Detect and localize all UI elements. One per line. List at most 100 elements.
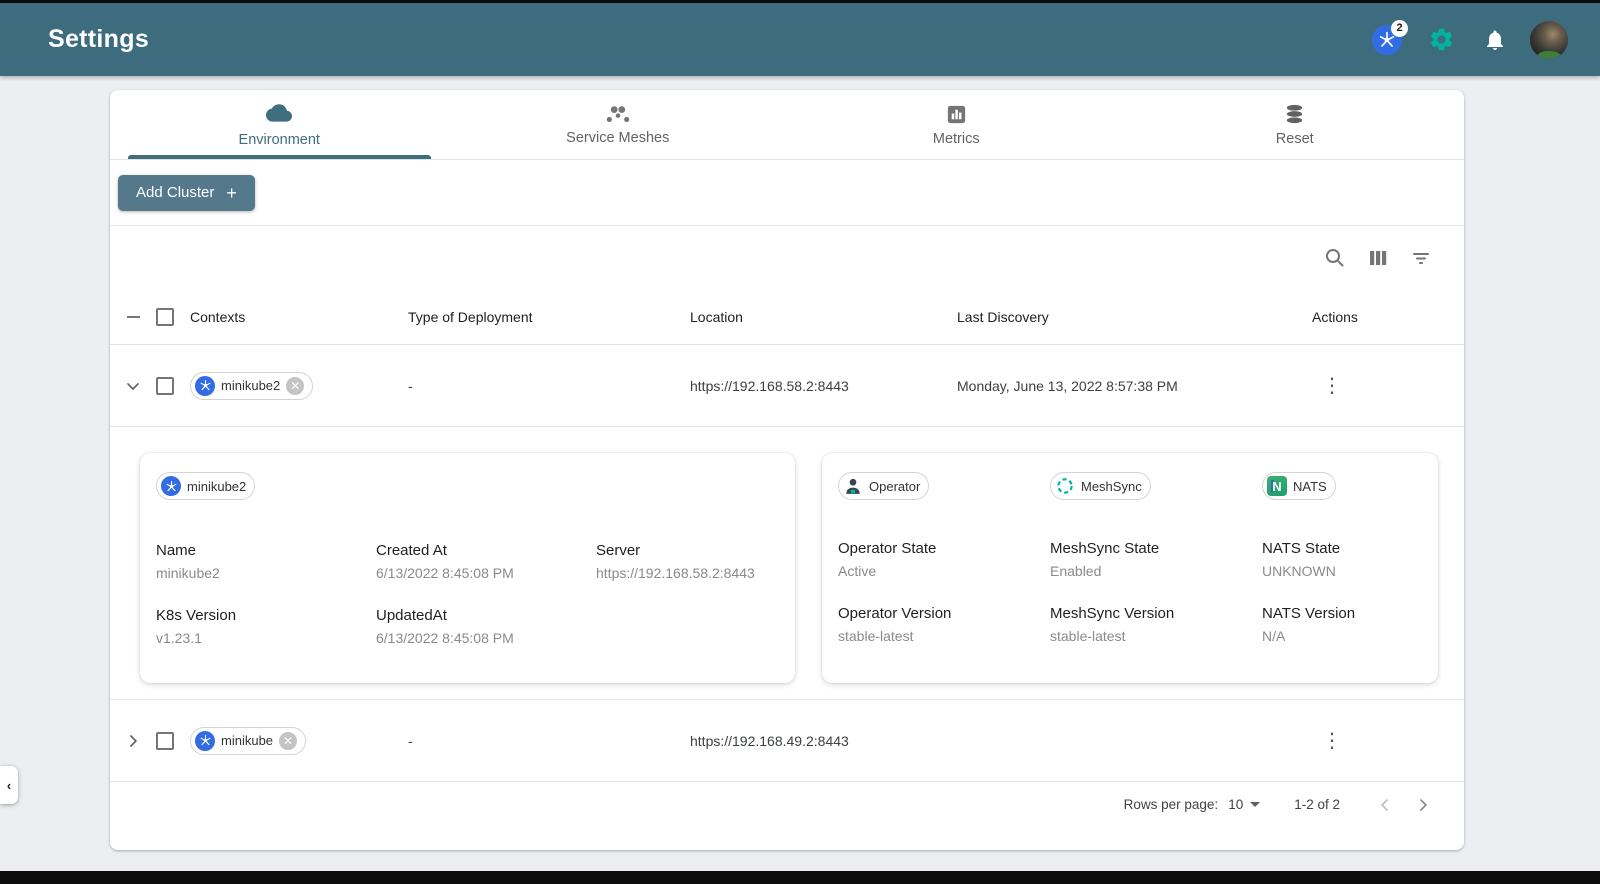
chip-label: minikube (221, 733, 274, 748)
add-cluster-label: Add Cluster (136, 184, 215, 201)
column-header-actions: Actions (1312, 309, 1358, 325)
column-header-last-discovery: Last Discovery (957, 309, 1049, 325)
settings-panel: Environment Service Meshes Metrics Reset… (110, 90, 1464, 850)
search-button[interactable] (1322, 245, 1348, 271)
row-actions-menu-button[interactable]: ⋮ (1312, 728, 1352, 753)
kubernetes-icon (195, 730, 215, 751)
nats-chip[interactable]: N NATS (1262, 472, 1336, 500)
page-title: Settings (48, 25, 150, 53)
table-row: minikube ✕ - https://192.168.49.2:8443 ⋮ (110, 700, 1464, 782)
kubernetes-icon (161, 476, 181, 496)
table-row: minikube2 ✕ - https://192.168.58.2:8443 … (110, 345, 1464, 427)
expand-row-button[interactable] (118, 731, 148, 751)
chevron-down-icon (127, 382, 139, 390)
tab-reset[interactable]: Reset (1126, 90, 1465, 159)
field-k8s-version: K8s Version v1.23.1 (156, 607, 237, 646)
row-actions-menu-button[interactable]: ⋮ (1312, 373, 1352, 398)
field-nats-state: NATS State UNKNOWN (1262, 540, 1341, 579)
field-created-at: Created At 6/13/2022 8:45:08 PM (376, 542, 514, 581)
operator-icon (846, 478, 860, 494)
service-mesh-icon (606, 106, 630, 123)
rows-per-page-label: Rows per page: (1123, 797, 1219, 812)
field-meshsync-state: MeshSync State Enabled (1050, 540, 1160, 579)
cell-last-discovery: Monday, June 13, 2022 8:57:38 PM (957, 377, 1178, 394)
meshsync-chip[interactable]: MeshSync (1050, 472, 1151, 500)
operator-detail-card: Operator MeshSync N NATS Operator State … (822, 453, 1438, 683)
context-count-badge: 2 (1391, 19, 1408, 37)
table-toolbar (110, 226, 1464, 290)
cell-location: https://192.168.49.2:8443 (690, 732, 849, 749)
chip-label: minikube2 (221, 378, 281, 393)
field-server: Server https://192.168.58.2:8443 (596, 542, 755, 581)
cluster-actions-row: Add Cluster + (110, 160, 1464, 226)
view-columns-button[interactable] (1365, 245, 1391, 271)
app-header: Settings 2 (0, 3, 1600, 76)
chevron-right-icon (1420, 798, 1428, 811)
caret-down-icon (1250, 802, 1261, 807)
field-nats-version: NATS Version N/A (1262, 605, 1356, 644)
context-chip-minikube2[interactable]: minikube2 ✕ (190, 371, 314, 400)
bell-icon (1487, 30, 1503, 50)
context-chip-minikube[interactable]: minikube ✕ (190, 726, 307, 755)
tab-metrics[interactable]: Metrics (787, 90, 1126, 159)
operator-fields: Operator State Active MeshSync State Ena… (838, 540, 1422, 644)
rows-per-page-value: 10 (1228, 797, 1244, 812)
avatar (1530, 20, 1568, 59)
select-all-checkbox[interactable] (156, 308, 174, 326)
chip-label: minikube2 (187, 478, 247, 494)
sidebar-collapse-handle[interactable]: ‹ (0, 766, 18, 804)
settings-gear-button[interactable] (1420, 19, 1462, 61)
search-icon (1326, 249, 1344, 267)
kubernetes-contexts-button[interactable]: 2 (1366, 19, 1408, 61)
plus-icon: + (226, 182, 237, 203)
tab-environment[interactable]: Environment (110, 90, 449, 159)
collapse-all-toggle[interactable] (118, 316, 148, 318)
remove-context-icon[interactable]: ✕ (279, 731, 298, 750)
filter-icon (1413, 253, 1429, 264)
notifications-button[interactable] (1474, 19, 1516, 61)
row-checkbox[interactable] (156, 376, 174, 395)
tab-environment-label: Environment (238, 132, 320, 148)
rows-per-page-select[interactable]: 10 (1228, 797, 1261, 812)
row-checkbox[interactable] (156, 731, 174, 750)
chevron-left-icon (1380, 798, 1388, 811)
gear-icon (1430, 28, 1452, 51)
previous-page-button[interactable] (1366, 786, 1404, 824)
cell-location: https://192.168.58.2:8443 (690, 377, 849, 394)
expanded-row-details: minikube2 Name minikube2 Created At 6/13… (110, 427, 1464, 700)
header-actions: 2 (1366, 19, 1570, 61)
chip-label: MeshSync (1081, 478, 1142, 494)
operator-chip[interactable]: Operator (838, 472, 930, 500)
minus-icon (126, 316, 140, 318)
tab-service-meshes[interactable]: Service Meshes (449, 90, 788, 159)
field-meshsync-version: MeshSync Version stable-latest (1050, 605, 1175, 644)
filter-button[interactable] (1408, 245, 1434, 271)
meshsync-icon (1057, 478, 1073, 494)
bottom-screen-edge (0, 871, 1600, 884)
chevron-right-icon (130, 734, 138, 747)
chip-label: NATS (1293, 478, 1327, 494)
add-cluster-button[interactable]: Add Cluster + (118, 174, 255, 211)
remove-context-icon[interactable]: ✕ (286, 376, 305, 395)
column-header-type: Type of Deployment (408, 309, 533, 325)
cluster-detail-card: minikube2 Name minikube2 Created At 6/13… (140, 453, 795, 683)
field-operator-state: Operator State Active (838, 540, 937, 579)
pagination-range: 1-2 of 2 (1294, 797, 1340, 812)
active-tab-indicator (128, 155, 431, 159)
cell-type: - (408, 377, 413, 394)
nats-icon: N (1267, 476, 1287, 496)
kubernetes-icon (195, 375, 215, 396)
collapse-row-button[interactable] (118, 376, 148, 396)
field-updated-at: UpdatedAt 6/13/2022 8:45:08 PM (376, 607, 514, 646)
next-page-button[interactable] (1404, 786, 1442, 824)
user-menu-button[interactable] (1528, 19, 1570, 61)
chip-label: Operator (869, 478, 921, 494)
operator-chips-row: Operator MeshSync N NATS (838, 472, 1422, 500)
columns-icon (1370, 251, 1387, 265)
tab-service-meshes-label: Service Meshes (566, 130, 670, 146)
cluster-chip[interactable]: minikube2 (156, 472, 256, 500)
table-pagination: Rows per page: 10 1-2 of 2 (110, 782, 1464, 827)
table-header-row: Contexts Type of Deployment Location Las… (110, 290, 1464, 345)
cloud-icon (266, 104, 293, 122)
field-name: Name minikube2 (156, 542, 220, 581)
